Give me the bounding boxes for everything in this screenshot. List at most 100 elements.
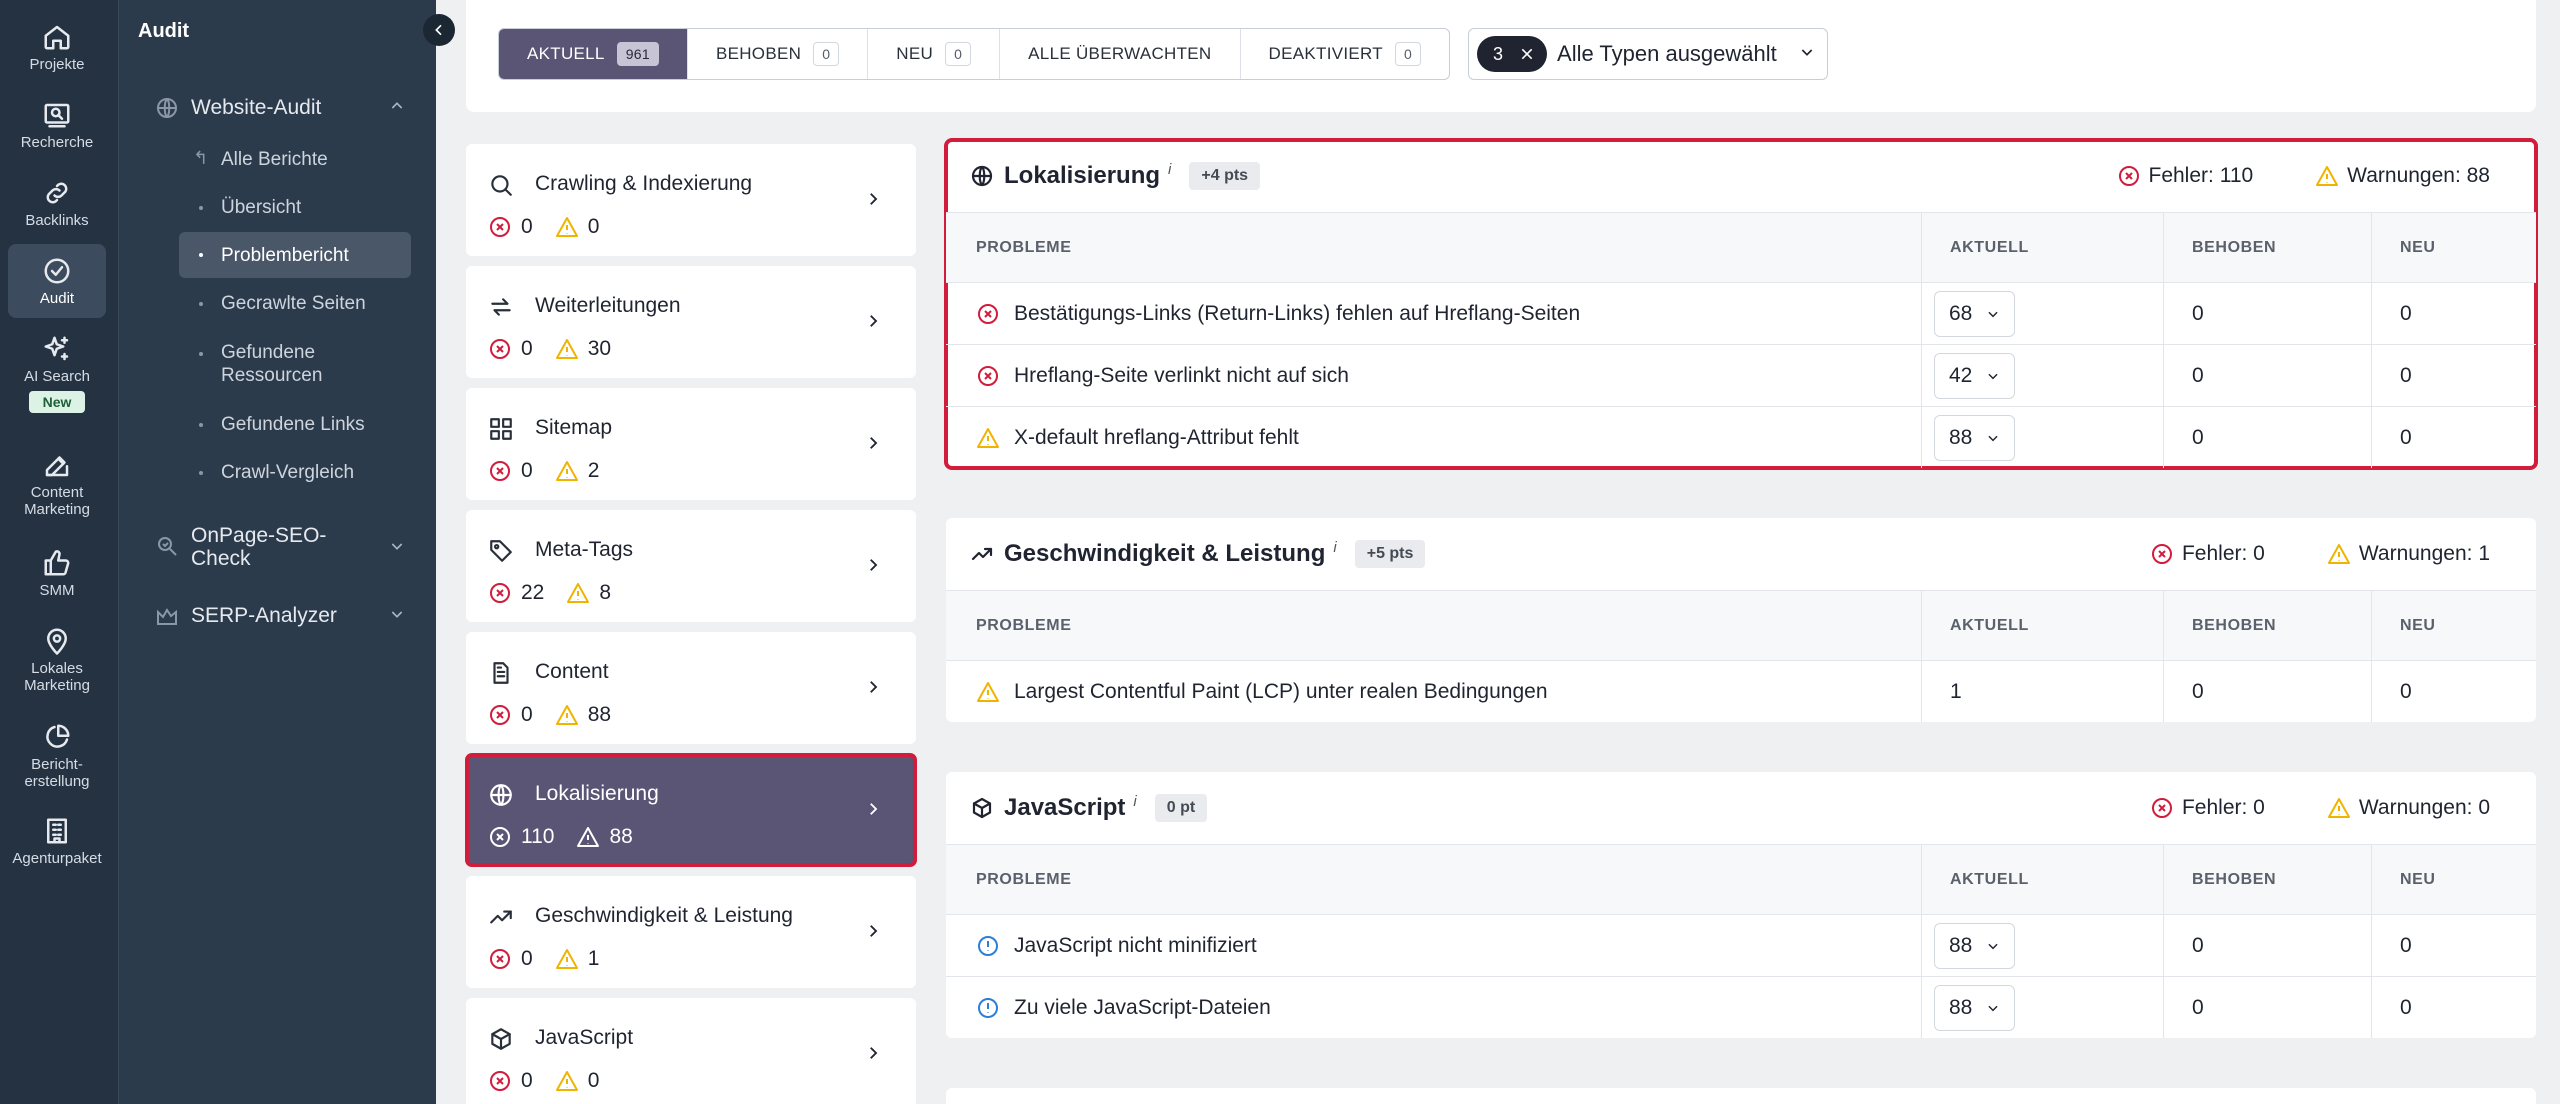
- selected-types-chip[interactable]: 3: [1477, 36, 1548, 72]
- sidebar-item-uebersicht[interactable]: Übersicht: [179, 196, 411, 222]
- category-card-geschwindigkeit-leistung[interactable]: Geschwindigkeit & Leistung 0 1: [466, 876, 916, 988]
- category-card-sitemap[interactable]: Sitemap 0 2: [466, 388, 916, 500]
- globe-icon: [971, 165, 993, 187]
- category-warning-count: 8: [599, 581, 612, 604]
- sidebar-item-gefundene-ressourcen[interactable]: Gefundene Ressourcen: [179, 341, 379, 391]
- issue-section-geschwindigkeit-leistung: Geschwindigkeit & Leistung i +5 pts Fehl…: [946, 518, 2536, 722]
- tab-behoben[interactable]: BEHOBEN 0: [688, 29, 869, 79]
- warning-icon: [555, 1071, 578, 1091]
- new-cell: 0: [2372, 283, 2536, 344]
- category-name: Crawling & Indexierung: [535, 172, 753, 195]
- problem-text[interactable]: Hreflang-Seite verlinkt nicht auf sich: [1014, 364, 1349, 388]
- error-icon: [490, 827, 510, 847]
- current-count-dropdown[interactable]: 88: [1934, 984, 2016, 1031]
- fixed-count: 0: [2192, 425, 2204, 449]
- tab-deaktiviert[interactable]: DEAKTIVIERT 0: [1241, 29, 1450, 79]
- sidebar-group-website-audit[interactable]: Website-Audit: [155, 96, 403, 120]
- problem-text[interactable]: JavaScript nicht minifiziert: [1014, 934, 1257, 958]
- table-row[interactable]: Zu viele JavaScript-Dateien 88 0 0: [946, 976, 2536, 1038]
- section-warnings: Warnungen: 88: [2347, 164, 2490, 187]
- warning-icon: [555, 461, 578, 481]
- research-icon: [44, 103, 70, 128]
- new-cell: 0: [2372, 345, 2536, 406]
- sidebar-item-problembericht[interactable]: Problembericht: [179, 232, 411, 278]
- warning-icon: [555, 705, 578, 725]
- current-count-dropdown[interactable]: 88: [1934, 414, 2016, 461]
- rail-label: AI Search: [24, 368, 90, 385]
- table-row[interactable]: JavaScript nicht minifiziert 88 0 0: [946, 914, 2536, 976]
- trend-up-icon: [490, 910, 512, 924]
- status-tabs: AKTUELL 961 BEHOBEN 0 NEU 0 ALLE ÜBERWAC…: [498, 28, 1451, 80]
- category-card-crawling-indexierung[interactable]: Crawling & Indexierung 0 0: [466, 144, 916, 256]
- bullet-icon: [199, 352, 203, 356]
- error-icon: [978, 303, 998, 324]
- category-card-javascript[interactable]: JavaScript 0 0: [466, 998, 916, 1104]
- tag-icon: [490, 540, 512, 562]
- sidebar-item-alle-berichte[interactable]: ↰ Alle Berichte: [179, 148, 411, 174]
- category-error-count: 22: [521, 581, 545, 604]
- sidebar-item-gecrawlte-seiten[interactable]: Gecrawlte Seiten: [179, 292, 411, 318]
- fixed-cell: 0: [2164, 977, 2372, 1038]
- category-name: Geschwindigkeit & Leistung: [535, 904, 793, 927]
- table-row[interactable]: X-default hreflang-Attribut fehlt 88 0 0: [946, 406, 2536, 468]
- pie-chart-icon: [46, 724, 70, 748]
- fixed-cell: 0: [2164, 915, 2372, 976]
- rail-item-recherche[interactable]: Recherche: [8, 100, 106, 151]
- sidebar-item-label: Problembericht: [221, 245, 349, 266]
- close-icon[interactable]: [1519, 46, 1535, 62]
- issue-type-select[interactable]: 3 Alle Typen ausgewählt: [1468, 28, 1828, 80]
- category-card-content[interactable]: Content 0 88: [466, 632, 916, 744]
- next-section-card: [946, 1088, 2536, 1104]
- rail-item-content-marketing[interactable]: Content Marketing: [8, 450, 106, 518]
- category-card-weiterleitungen[interactable]: Weiterleitungen 0 30: [466, 266, 916, 378]
- error-icon: [490, 339, 510, 359]
- category-name: JavaScript: [535, 1026, 634, 1049]
- table-row[interactable]: Largest Contentful Paint (LCP) unter rea…: [946, 660, 2536, 722]
- fixed-count: 0: [2192, 363, 2204, 387]
- tab-neu[interactable]: NEU 0: [868, 29, 1001, 79]
- table-row[interactable]: Bestätigungs-Links (Return-Links) fehlen…: [946, 282, 2536, 344]
- sidebar-item-label: Crawl-Vergleich: [221, 462, 355, 483]
- category-name: Sitemap: [535, 416, 613, 439]
- category-card-meta-tags[interactable]: Meta-Tags 22 8: [466, 510, 916, 622]
- category-warning-count: 1: [587, 947, 600, 970]
- problem-text[interactable]: X-default hreflang-Attribut fehlt: [1014, 426, 1299, 450]
- tab-alle-ueberwachten[interactable]: ALLE ÜBERWACHTEN: [1000, 29, 1241, 79]
- rail-item-berichterstellung[interactable]: Bericht-erstellung: [8, 722, 106, 790]
- current-count: 1: [1950, 679, 1962, 703]
- sidebar-item-crawl-vergleich[interactable]: Crawl-Vergleich: [179, 461, 411, 487]
- new-badge: New: [28, 391, 86, 413]
- tab-label: AKTUELL: [527, 44, 605, 63]
- problem-text[interactable]: Bestätigungs-Links (Return-Links) fehlen…: [1014, 302, 1580, 326]
- rail-item-lokales-marketing[interactable]: Lokales Marketing: [8, 626, 106, 694]
- sidebar-group-serp[interactable]: SERP-Analyzer: [155, 604, 403, 628]
- notice-icon: [978, 935, 998, 956]
- warning-icon: [567, 583, 590, 603]
- info-icon[interactable]: i: [1133, 793, 1136, 810]
- section-errors: Fehler: 0: [2181, 542, 2265, 565]
- error-icon: [490, 217, 510, 237]
- tab-aktuell[interactable]: AKTUELL 961: [499, 29, 688, 79]
- current-count-dropdown[interactable]: 88: [1934, 922, 2016, 969]
- current-count-dropdown[interactable]: 68: [1934, 290, 2016, 337]
- current-count-dropdown[interactable]: 42: [1934, 352, 2016, 399]
- rail-item-projekte[interactable]: Projekte: [8, 22, 106, 73]
- sidebar-group-onpage[interactable]: OnPage-SEO-Check: [155, 524, 403, 570]
- category-card-lokalisierung[interactable]: Lokalisierung 110 88: [465, 753, 917, 867]
- error-icon: [490, 583, 510, 603]
- collapse-sidebar-button[interactable]: [423, 14, 455, 46]
- info-icon[interactable]: i: [1333, 539, 1336, 556]
- problem-text[interactable]: Largest Contentful Paint (LCP) unter rea…: [1014, 680, 1548, 704]
- rail-item-ai-search[interactable]: AI Search New: [8, 334, 106, 413]
- rail-item-smm[interactable]: SMM: [8, 548, 106, 599]
- info-icon[interactable]: i: [1168, 161, 1171, 178]
- rail-item-agenturpaket[interactable]: Agenturpaket: [8, 816, 106, 867]
- error-icon: [490, 949, 510, 969]
- table-row[interactable]: Hreflang-Seite verlinkt nicht auf sich 4…: [946, 344, 2536, 406]
- section-stats: Fehler: 0 Warnungen: 0: [2150, 772, 2490, 844]
- problem-text[interactable]: Zu viele JavaScript-Dateien: [1014, 996, 1271, 1020]
- rail-item-backlinks[interactable]: Backlinks: [8, 178, 106, 229]
- rail-item-audit[interactable]: Audit: [8, 244, 106, 318]
- sidebar-item-gefundene-links[interactable]: Gefundene Links: [179, 413, 411, 439]
- new-count: 0: [2400, 363, 2412, 387]
